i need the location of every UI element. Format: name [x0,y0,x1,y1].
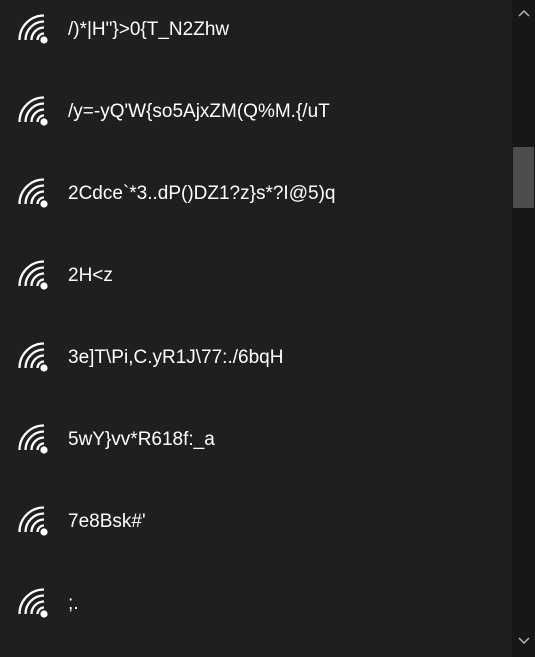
network-item[interactable]: 2Cdce`*3..dP()DZ1?z}s*?I@5)q [0,154,512,236]
wifi-signal-icon [17,12,53,48]
scrollbar-thumb[interactable] [513,147,534,208]
network-ssid: /y=-yQ'W{so5AjxZM(Q%M.{/uT [68,101,330,122]
wifi-network-panel: /)*|H"}>0{T_N2Zhw /y=-yQ'W{so5AjxZM(Q%M.… [0,0,512,657]
wifi-signal-icon [17,340,53,376]
network-ssid: 2H<z [68,265,113,286]
wifi-signal-icon [17,176,53,212]
wifi-signal-icon [17,258,53,294]
network-ssid: 3e]T\Pi,C.yR1J\77:./6bqH [68,347,284,368]
wifi-signal-icon [17,422,53,458]
network-ssid: 2Cdce`*3..dP()DZ1?z}s*?I@5)q [68,183,336,204]
network-ssid: ;. [68,593,79,614]
wifi-signal-icon [17,504,53,540]
network-ssid: 5wY}vv*R618f:_a [68,429,215,450]
network-ssid: 7e8Bsk#' [68,511,146,532]
network-item[interactable]: ;. [0,564,512,646]
vertical-scrollbar[interactable] [512,0,535,657]
network-item[interactable]: 3e]T\Pi,C.yR1J\77:./6bqH [0,318,512,400]
chevron-down-icon[interactable] [512,631,535,651]
chevron-up-icon[interactable] [512,3,535,23]
network-item[interactable]: 5wY}vv*R618f:_a [0,400,512,482]
network-item[interactable]: /)*|H"}>0{T_N2Zhw [0,0,512,72]
wifi-signal-icon [17,586,53,622]
network-item[interactable]: 7e8Bsk#' [0,482,512,564]
network-item[interactable]: /y=-yQ'W{so5AjxZM(Q%M.{/uT [0,72,512,154]
network-ssid: /)*|H"}>0{T_N2Zhw [68,19,230,40]
wifi-signal-icon [17,94,53,130]
network-item[interactable]: 2H<z [0,236,512,318]
